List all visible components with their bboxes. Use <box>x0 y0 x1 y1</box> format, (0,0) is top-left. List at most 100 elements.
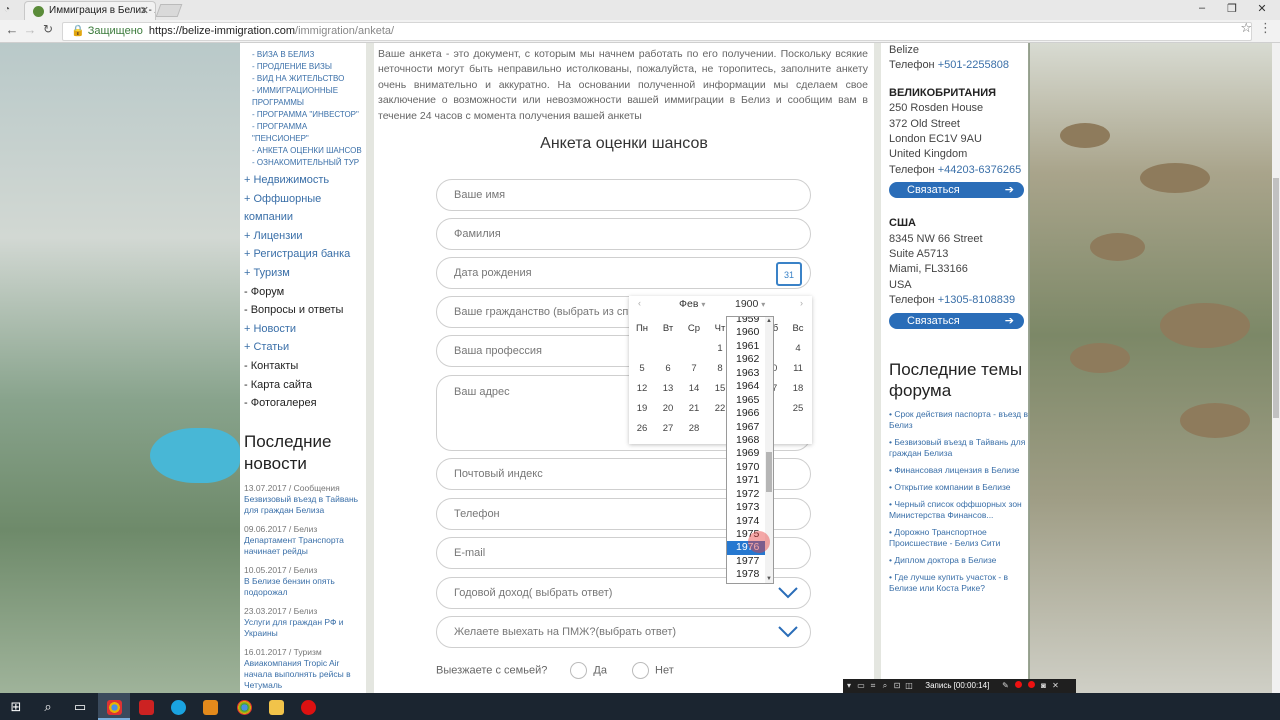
day-cell[interactable]: 26 <box>629 422 655 442</box>
close-window-button[interactable]: ✕ <box>1247 2 1277 15</box>
sidebar-sub-item[interactable]: - ВИД НА ЖИТЕЛЬСТВО <box>240 73 366 85</box>
news-item[interactable]: 09.06.2017 / Белиз Департамент Транспорта… <box>244 524 366 557</box>
sidebar-item[interactable]: - Форум <box>240 283 366 302</box>
dropdown-icon[interactable]: ▾ <box>843 679 855 693</box>
news-title[interactable]: Услуги для граждан РФ и Украины <box>244 617 366 639</box>
calendar-icon[interactable]: 31 <box>776 262 802 286</box>
maximize-button[interactable]: ❐ <box>1217 2 1247 15</box>
profile-icon[interactable]: ◔ <box>4 4 18 16</box>
day-cell[interactable]: 27 <box>655 422 681 442</box>
forum-topic-link[interactable]: • Открытие компании в Белизе <box>889 482 1028 493</box>
phone-link[interactable]: +501-2255808 <box>938 59 1009 71</box>
name-input[interactable]: Ваше имя <box>436 179 811 211</box>
sidebar-item[interactable]: + Новости <box>240 320 366 339</box>
news-item[interactable]: 13.07.2017 / Сообщения Безвизовый въезд в… <box>244 483 366 516</box>
forum-topic-link[interactable]: • Срок действия паспорта - въезд в Белиз <box>889 409 1028 431</box>
camera-icon[interactable]: ◙ <box>1038 679 1050 693</box>
day-cell[interactable]: 13 <box>655 382 681 402</box>
prev-month-icon[interactable]: ‹ <box>638 298 641 308</box>
year-select[interactable]: 1900 ▾ <box>735 298 765 310</box>
sidebar-item[interactable]: - Фотогалерея <box>240 394 366 413</box>
sidebar-sub-item[interactable]: - ПРОГРАММА "ИНВЕСТОР" <box>240 109 366 121</box>
day-cell[interactable]: 7 <box>681 362 707 382</box>
day-cell[interactable]: 12 <box>629 382 655 402</box>
forward-icon[interactable]: → <box>21 22 39 37</box>
month-select[interactable]: Фев ▾ <box>679 298 705 310</box>
record-dot-icon[interactable] <box>1014 681 1022 688</box>
filezilla-icon[interactable] <box>130 693 162 720</box>
bookmark-star-icon[interactable]: ☆ <box>1240 20 1252 36</box>
sidebar-item[interactable]: - Карта сайта <box>240 376 366 395</box>
news-title[interactable]: Авиакомпания Tropic Air начала выполнять… <box>244 658 366 691</box>
new-tab-button[interactable] <box>155 4 183 17</box>
day-cell[interactable]: 11 <box>785 362 811 382</box>
news-title[interactable]: В Белизе бензин опять подорожал <box>244 576 366 598</box>
minimize-button[interactable]: – <box>1187 2 1217 14</box>
reload-icon[interactable]: ↻ <box>39 22 57 36</box>
sidebar-item[interactable]: + Статьи <box>240 338 366 357</box>
day-cell[interactable]: 19 <box>629 402 655 422</box>
day-cell[interactable]: 20 <box>655 402 681 422</box>
contact-usa-button[interactable]: Связаться ➔ <box>889 312 1024 329</box>
surname-input[interactable]: Фамилия <box>436 218 811 250</box>
sidebar-item[interactable]: + Лицензии <box>240 227 366 246</box>
birthdate-input[interactable]: Дата рождения 31 <box>436 257 811 289</box>
sidebar-sub-item[interactable]: - ВИЗА В БЕЛИЗ <box>240 49 366 61</box>
radio-yes[interactable] <box>570 662 588 679</box>
sidebar-item[interactable]: - Контакты <box>240 357 366 376</box>
sidebar-item[interactable]: + Туризм <box>240 264 366 283</box>
browser-menu-icon[interactable]: ⋮ <box>1259 20 1272 36</box>
forum-topic-link[interactable]: • Дорожно Транспортное Происшествие - Бе… <box>889 527 1028 549</box>
explorer-icon[interactable] <box>260 693 292 720</box>
sidebar-sub-item[interactable]: - ОЗНАКОМИТЕЛЬНЫЙ ТУР <box>240 157 366 169</box>
day-cell[interactable]: 25 <box>785 402 811 422</box>
day-cell[interactable]: 6 <box>655 362 681 382</box>
forum-topic-link[interactable]: • Черный список оффшорных зон Министерст… <box>889 499 1028 521</box>
browser-tab[interactable]: Иммиграция в Белиз - / ✕ <box>24 1 156 20</box>
scroll-down-icon[interactable]: ▼ <box>765 575 773 583</box>
day-cell[interactable]: 18 <box>785 382 811 402</box>
news-item[interactable]: 16.01.2017 / Туризм Авиакомпания Tropic A… <box>244 647 366 691</box>
chrome-icon[interactable] <box>228 693 260 720</box>
phone-link[interactable]: +44203-6376265 <box>938 164 1022 176</box>
forum-topic-link[interactable]: • Где лучше купить участок - в Белизе ил… <box>889 572 1028 594</box>
day-cell[interactable]: 4 <box>785 342 811 362</box>
news-item[interactable]: 23.03.2017 / Белиз Услуги для граждан РФ … <box>244 606 366 639</box>
day-cell[interactable]: 28 <box>681 422 707 442</box>
page-scrollbar[interactable] <box>1272 43 1280 693</box>
back-icon[interactable]: ← <box>3 22 21 37</box>
search-icon[interactable]: ⌕ <box>32 693 64 720</box>
sidebar-sub-item[interactable]: - АНКЕТА ОЦЕНКИ ШАНСОВ <box>240 145 366 157</box>
region-icon[interactable]: ⌗ <box>867 679 879 693</box>
contact-uk-button[interactable]: Связаться ➔ <box>889 182 1024 199</box>
news-item[interactable]: 10.05.2017 / Белиз В Белизе бензин опять … <box>244 565 366 598</box>
day-cell[interactable]: 21 <box>681 402 707 422</box>
news-title[interactable]: Безвизовый въезд в Тайвань для граждан Б… <box>244 494 366 516</box>
window-icon[interactable]: ▭ <box>855 679 867 693</box>
phone-link[interactable]: +1305-8108839 <box>938 294 1015 306</box>
url-input[interactable]: 🔒 Защищено https://belize-immigration.com/… <box>62 22 1252 41</box>
sidebar-item[interactable]: + Регистрация банка <box>240 245 366 264</box>
pmj-select[interactable]: Желаете выехать на ПМЖ?(выбрать ответ) <box>436 616 811 648</box>
sidebar-item[interactable]: - Вопросы и ответы <box>240 301 366 320</box>
fit-icon[interactable]: ◫ <box>903 679 915 693</box>
close-recorder-icon[interactable]: ✕ <box>1050 679 1062 693</box>
zoom-icon[interactable]: ⌕ <box>879 679 891 693</box>
day-cell[interactable]: 14 <box>681 382 707 402</box>
news-title[interactable]: Департамент Транспорта начинает рейды <box>244 535 366 557</box>
chrome-recording-icon[interactable] <box>98 693 130 720</box>
sidebar-sub-item[interactable]: - ИММИГРАЦИОННЫЕ ПРОГРАММЫ <box>240 85 366 109</box>
sidebar-sub-item[interactable]: - ПРОДЛЕНИЕ ВИЗЫ <box>240 61 366 73</box>
sidebar-sub-item[interactable]: - ПРОГРАММА "ПЕНСИОНЕР" <box>240 121 366 145</box>
scroll-up-icon[interactable]: ▲ <box>765 317 773 325</box>
pen-icon[interactable]: ✎ <box>1000 679 1012 693</box>
forum-topic-link[interactable]: • Диплом доктора в Белизе <box>889 555 1028 566</box>
close-tab-icon[interactable]: ✕ <box>140 2 149 20</box>
day-cell[interactable]: 5 <box>629 362 655 382</box>
stop-icon[interactable] <box>1027 681 1035 688</box>
next-month-icon[interactable]: › <box>800 298 803 308</box>
sidebar-item[interactable]: + Недвижимость <box>240 171 366 190</box>
sublime-icon[interactable] <box>194 693 226 720</box>
recorder-app-icon[interactable] <box>292 693 324 720</box>
start-icon[interactable]: ⊞ <box>0 693 32 720</box>
